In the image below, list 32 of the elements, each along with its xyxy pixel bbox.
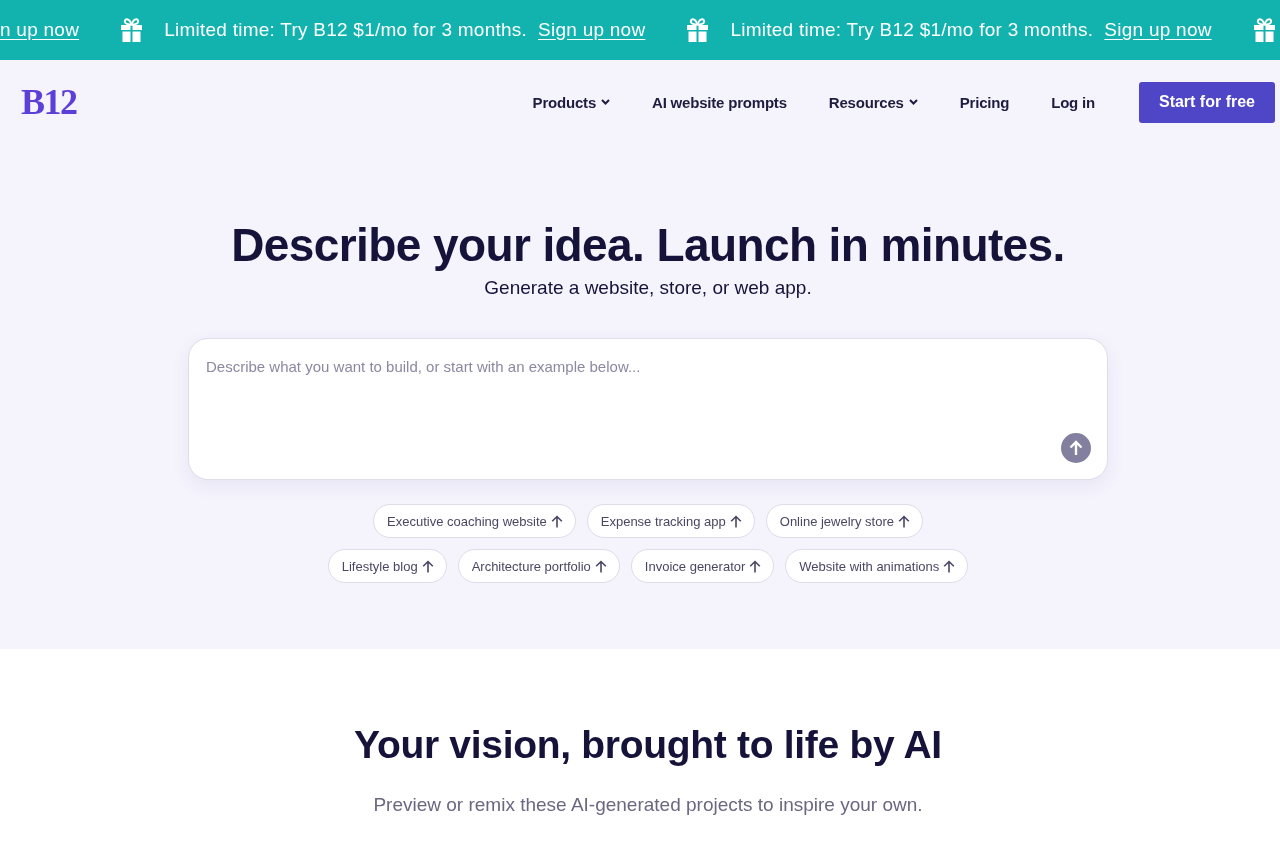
nav-link[interactable]: Resources — [828, 93, 918, 111]
start-button[interactable]: Start for free — [1138, 81, 1275, 123]
nav-link[interactable]: Log in — [1051, 93, 1095, 111]
arrow-up-icon — [421, 559, 434, 573]
example-chip[interactable]: Expense tracking app — [586, 504, 755, 538]
nav-link[interactable]: AI website prompts — [652, 93, 787, 111]
nav-link[interactable]: Pricing — [959, 93, 1010, 111]
example-chip[interactable]: Website with animations — [785, 549, 969, 583]
hero-subtitle: Generate a website, store, or web app. — [483, 276, 813, 300]
section-title: Your vision, brought to life by AI — [353, 722, 943, 768]
gift-icon — [1253, 18, 1275, 42]
section-subtitle: Preview or remix these AI-generated projects to inspire your own. — [372, 793, 924, 817]
example-chip[interactable]: Executive coaching website — [373, 504, 576, 538]
logo[interactable]: B12 — [21, 84, 77, 120]
gift-icon — [121, 18, 143, 42]
hero-title: Describe your idea. Launch in minutes. — [230, 218, 1066, 273]
arrow-up-icon — [550, 514, 563, 528]
example-chip[interactable]: Invoice generator — [630, 549, 775, 583]
arrow-up-icon — [1069, 440, 1083, 456]
arrow-up-icon — [729, 514, 742, 528]
promo-text: Limited time: Try B12 $1/mo for 3 months. — [730, 19, 1094, 41]
example-chip[interactable]: Online jewelry store — [765, 504, 923, 538]
arrow-up-icon — [749, 559, 762, 573]
nav-link[interactable]: Products — [532, 93, 611, 111]
arrow-up-icon — [594, 559, 607, 573]
example-chip[interactable]: Architecture portfolio — [457, 549, 620, 583]
prompt-field[interactable]: Describe what you want to build, or start with an example below... — [188, 338, 1108, 480]
arrow-up-icon — [897, 514, 910, 528]
gift-icon — [687, 18, 709, 42]
promo-text: Limited time: Try B12 $1/mo for 3 months. — [164, 19, 528, 41]
arrow-up-icon — [943, 559, 956, 573]
example-chip[interactable]: Lifestyle blog — [327, 549, 447, 583]
